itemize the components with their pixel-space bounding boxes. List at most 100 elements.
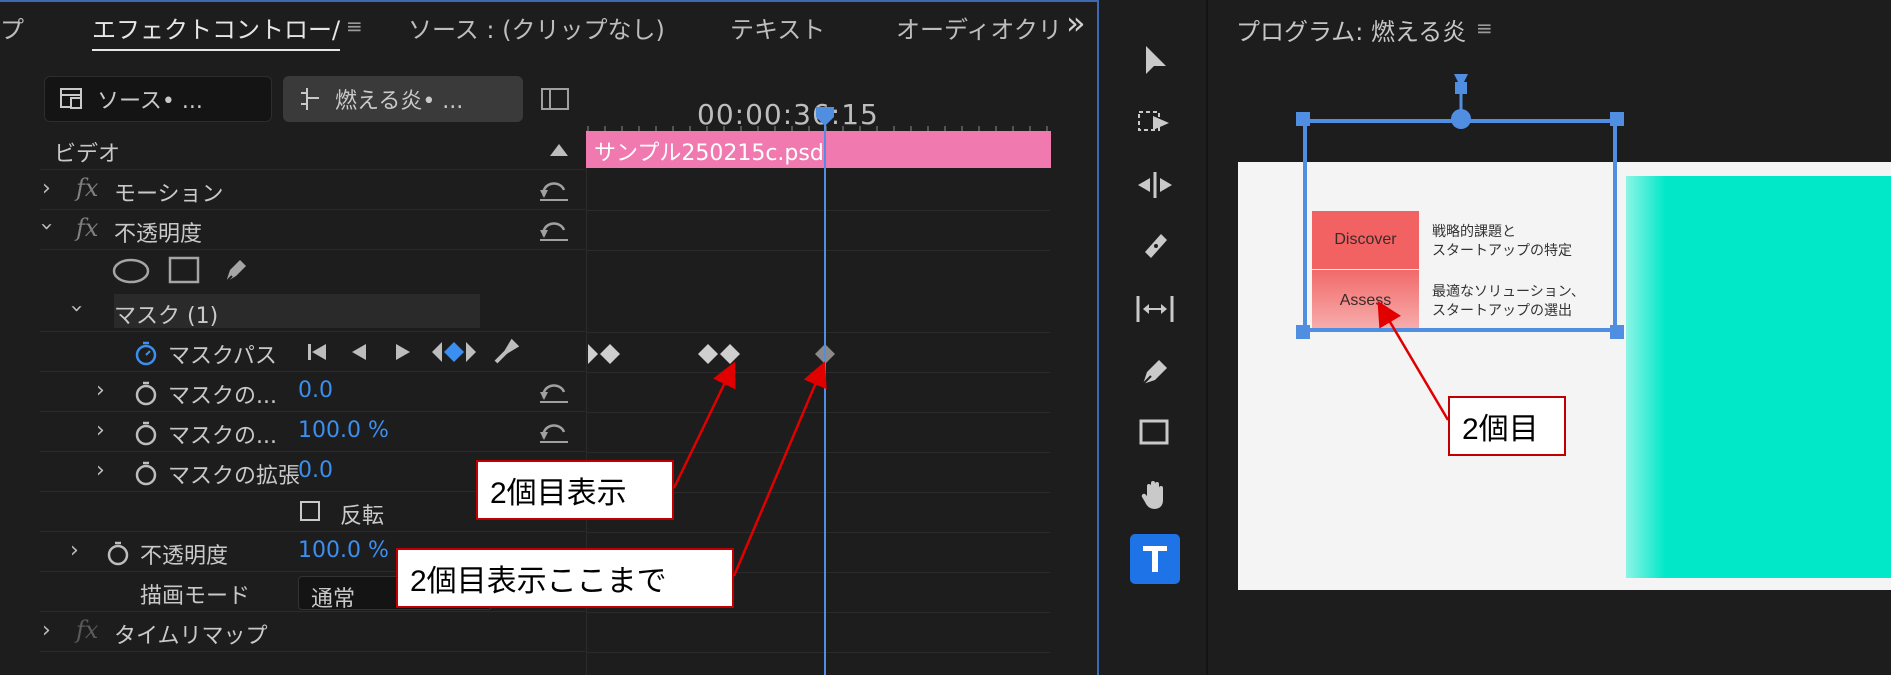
razor-icon [1145, 234, 1167, 258]
keyframe-in-marker [588, 344, 598, 364]
tab-audio-clip[interactable]: オーディオクリ [896, 10, 1062, 45]
time-remap-row[interactable]: › fx タイムリマップ [40, 612, 585, 652]
inverted-label: 反転 [340, 504, 385, 529]
annotation-second-shown-until: 2個目表示ここまで [396, 548, 734, 608]
tab-effect-controls[interactable]: エフェクトコントロー/ [92, 10, 341, 51]
annotation-second-item: 2個目 [1448, 396, 1566, 456]
mask-name-field[interactable]: マスク (1) [114, 294, 480, 329]
track-backward-icon[interactable] [306, 342, 330, 362]
collapse-up-icon[interactable] [550, 144, 568, 156]
tab-text[interactable]: テキスト [730, 10, 825, 45]
expand-chevron-icon[interactable]: › [70, 538, 79, 563]
timeline-row-divider [586, 412, 1050, 413]
expand-chevron-icon[interactable]: › [42, 176, 51, 201]
keyframe-navigation-icon[interactable] [430, 340, 476, 364]
timeline-row-divider [586, 332, 1050, 333]
effect-controls-panel: プ エフェクトコントロー/ ≡ ソース : (クリップなし) テキスト オーディ… [0, 0, 1100, 675]
rectangle-mask-icon[interactable] [168, 256, 200, 284]
time-remap-label: タイムリマップ [114, 624, 268, 649]
blend-mode-label: 描画モード [140, 584, 251, 609]
reset-icon[interactable] [538, 176, 570, 202]
slip-tool-button[interactable] [1130, 284, 1180, 334]
timeline-row-divider [586, 652, 1050, 653]
fx-icon[interactable]: fx [76, 174, 98, 202]
fx-icon[interactable]: fx [76, 616, 98, 644]
stopwatch-icon[interactable] [106, 540, 130, 566]
keyframe-marker [720, 344, 740, 364]
timeline-row-divider [586, 250, 1050, 251]
selection-arrow-icon [1146, 46, 1166, 74]
timeline-row-divider [586, 452, 1050, 453]
toggle-timeline-icon[interactable] [540, 86, 572, 112]
reset-icon[interactable] [538, 378, 570, 404]
mask-expansion-value[interactable]: 0.0 [298, 458, 333, 483]
inverted-checkbox[interactable] [300, 501, 320, 521]
type-tool-button[interactable] [1130, 534, 1180, 584]
blend-mode-value: 通常 [311, 587, 356, 612]
motion-label: モーション [114, 182, 224, 207]
track-select-icon [1138, 111, 1169, 131]
reset-icon[interactable] [538, 216, 570, 242]
expand-chevron-icon[interactable]: › [96, 378, 105, 403]
panel-menu-icon[interactable]: ≡ [1476, 16, 1493, 40]
sequence-clip-label: 燃える炎• ... [335, 89, 464, 114]
mask-feather-row[interactable]: › マスクの... 0.0 [40, 372, 585, 412]
stopwatch-active-icon[interactable] [134, 340, 158, 366]
mask-path-label: マスクパス [168, 344, 277, 369]
program-monitor-title[interactable]: プログラム: 燃える炎 [1236, 12, 1466, 47]
rectangle-tool-button[interactable] [1130, 408, 1180, 458]
mask-path-keyframes [588, 344, 835, 364]
timeline-row-divider [586, 372, 1050, 373]
reset-icon[interactable] [538, 418, 570, 444]
slip-icon [1136, 296, 1174, 322]
collapse-chevron-icon[interactable]: › [34, 222, 59, 231]
panel-menu-icon[interactable]: ≡ [346, 14, 363, 38]
motion-row[interactable]: › fx モーション [40, 170, 585, 210]
rotation-handle[interactable] [1446, 72, 1476, 132]
mask-opacity-row[interactable]: › マスクの... 100.0 % [40, 412, 585, 452]
expand-chevron-icon[interactable]: › [96, 458, 105, 483]
timeline-row-divider [586, 210, 1050, 211]
stopwatch-icon[interactable] [134, 420, 158, 446]
playhead-line[interactable] [824, 116, 826, 675]
mask-vertex-handle[interactable] [1610, 112, 1624, 126]
expand-chevron-icon[interactable]: › [42, 618, 51, 643]
track-next-frame-icon[interactable] [392, 342, 412, 362]
fx-icon[interactable]: fx [76, 214, 98, 242]
source-clip-button[interactable]: ソース• ... [44, 76, 272, 122]
mask-row[interactable]: › マスク (1) [40, 292, 585, 332]
tab-source[interactable]: ソース : (クリップなし) [408, 10, 665, 45]
keyframe-marker [698, 344, 718, 364]
ripple-edit-tool-button[interactable] [1130, 160, 1180, 210]
mask-selection-box[interactable] [1303, 119, 1617, 332]
stopwatch-icon[interactable] [134, 460, 158, 486]
mask-vertex-handle[interactable] [1296, 325, 1310, 339]
track-select-tool-button[interactable] [1130, 98, 1180, 148]
mask-vertex-handle[interactable] [1296, 112, 1310, 126]
ellipse-mask-icon[interactable] [112, 258, 150, 284]
rectangle-icon [1139, 419, 1169, 445]
mask-opacity-value[interactable]: 100.0 % [298, 418, 389, 443]
playhead-handle[interactable] [814, 105, 836, 127]
razor-tool-button[interactable] [1130, 222, 1180, 272]
sequence-clip-button[interactable]: 燃える炎• ... [283, 76, 523, 122]
stopwatch-icon[interactable] [134, 380, 158, 406]
ripple-edit-icon [1138, 172, 1172, 198]
clip-bar[interactable]: サンプル250215c.psd [586, 131, 1051, 168]
collapse-chevron-icon[interactable]: › [64, 304, 89, 313]
mask-feather-value[interactable]: 0.0 [298, 378, 333, 403]
opacity-property-value[interactable]: 100.0 % [298, 538, 389, 563]
hand-tool-button[interactable] [1130, 470, 1180, 520]
track-previous-frame-icon[interactable] [350, 342, 370, 362]
expand-chevron-icon[interactable]: › [96, 418, 105, 443]
pen-mask-icon[interactable] [220, 254, 252, 286]
tools-panel [1106, 0, 1204, 675]
pen-tool-button[interactable] [1130, 346, 1180, 396]
tab-previous[interactable]: プ [0, 10, 24, 45]
mask-vertex-handle[interactable] [1610, 325, 1624, 339]
mask-tracking-wrench-icon[interactable] [492, 338, 520, 366]
mask-path-row[interactable]: マスクパス [40, 332, 585, 372]
selection-tool-button[interactable] [1130, 36, 1180, 86]
tab-overflow-button[interactable]: » [1066, 4, 1086, 42]
opacity-row[interactable]: › fx 不透明度 [34, 210, 585, 250]
